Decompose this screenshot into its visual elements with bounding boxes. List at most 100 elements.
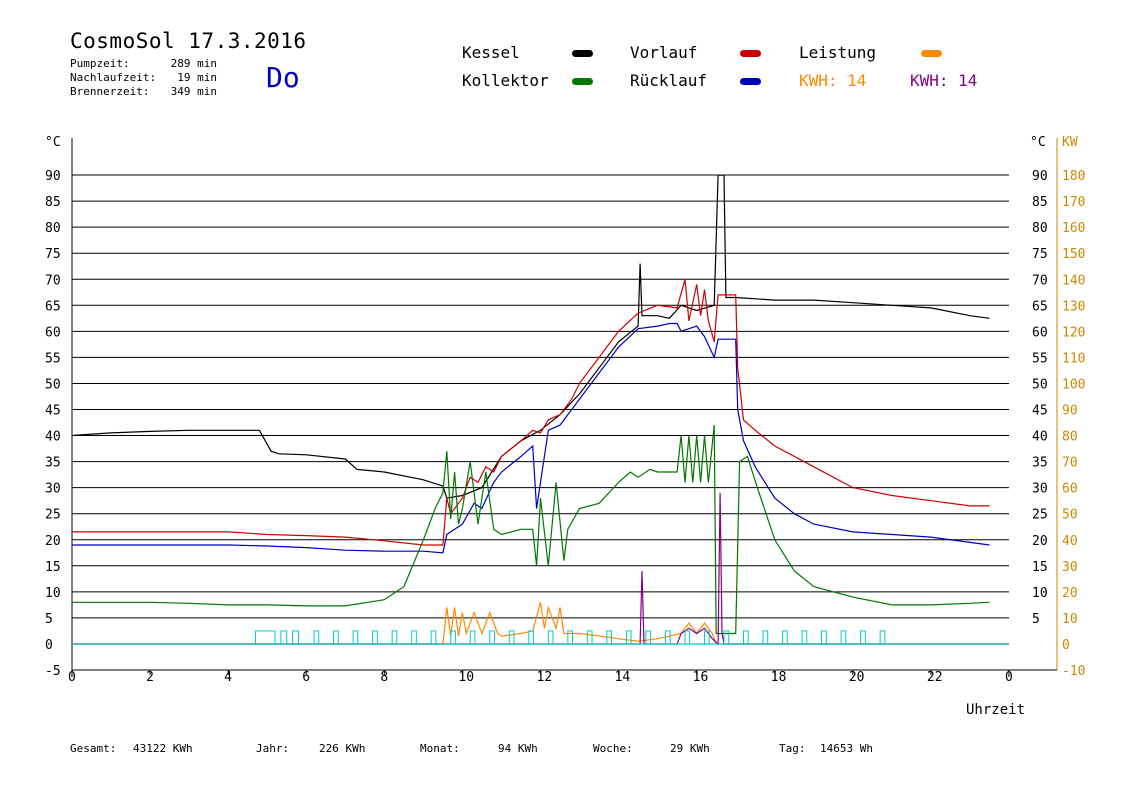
y2-tick-label: -10: [1062, 664, 1085, 679]
x-tick-label: 4: [224, 670, 232, 685]
pump-marker: [821, 630, 827, 645]
y-tick-label-right: 45: [1032, 404, 1048, 419]
gesamt-label: Gesamt:: [70, 742, 117, 755]
pump-marker: [372, 630, 378, 645]
y2-tick-label: 60: [1062, 482, 1078, 497]
y-tick-label-right: 35: [1032, 456, 1048, 471]
pump-marker: [879, 630, 886, 645]
y-tick-label-right: 50: [1032, 377, 1048, 392]
x-tick-label: 10: [458, 670, 474, 685]
y-axis-unit-right: °C: [1030, 135, 1046, 150]
y2-tick-label: 110: [1062, 351, 1085, 366]
y-tick-label-right: 15: [1032, 560, 1048, 575]
temperature-chart: -5 -100 05 5 1010 10 2015 15 3020 20 4025 25 5030 30 6…: [45, 135, 1085, 685]
pump-marker: [411, 630, 417, 645]
pump-marker: [860, 630, 866, 645]
series-line-leistung: [72, 602, 1009, 645]
pump-marker: [664, 630, 671, 645]
y2-tick-label: 30: [1062, 560, 1078, 575]
y-tick-label-right: 90: [1032, 169, 1048, 184]
y2-tick-label: 150: [1062, 247, 1085, 262]
pump-marker: [801, 630, 808, 645]
y-tick-label: -5: [45, 664, 61, 679]
pump-marker: [782, 630, 788, 645]
x-tick-label: 14: [615, 670, 631, 685]
series-line-leistung-2: [72, 492, 1009, 646]
pump-marker: [430, 630, 437, 645]
pump-marker: [313, 630, 320, 645]
y-tick-label: 25: [45, 508, 61, 523]
x-tick-label: 6: [302, 670, 310, 685]
jahr-value: 226 KWh: [319, 742, 366, 755]
y2-tick-label: 90: [1062, 404, 1078, 419]
y2-tick-label: 70: [1062, 456, 1078, 471]
y-tick-label: 70: [45, 273, 61, 288]
pump-marker: [840, 630, 847, 645]
y2-tick-label: 80: [1062, 430, 1078, 445]
y2-tick-label: 100: [1062, 377, 1085, 392]
y-tick-label-right: 60: [1032, 325, 1048, 340]
woche-value: 29 KWh: [670, 742, 710, 755]
pump-marker: [625, 630, 632, 645]
y-tick-label: 15: [45, 560, 61, 575]
x-tick-label: 20: [849, 670, 865, 685]
pump-marker: [489, 630, 495, 645]
y2-tick-label: 120: [1062, 325, 1085, 340]
x-tick-label: 22: [927, 670, 943, 685]
y-tick-label-right: 25: [1032, 508, 1048, 523]
y-tick-label: 20: [45, 534, 61, 549]
y-tick-label-right: 40: [1032, 430, 1048, 445]
pump-marker: [391, 630, 398, 645]
y2-tick-label: 130: [1062, 299, 1085, 314]
x-axis-label: Uhrzeit: [966, 702, 1026, 718]
y-tick-label: 30: [45, 482, 61, 497]
pump-marker: [586, 630, 593, 645]
y-tick-label-right: 85: [1032, 195, 1048, 210]
y-tick-label-right: 20: [1032, 534, 1048, 549]
y2-tick-label: 0: [1062, 638, 1070, 653]
y-tick-label-right: 5: [1032, 612, 1040, 627]
pump-marker: [352, 630, 359, 645]
y-tick-label: 45: [45, 404, 61, 419]
pump-marker: [280, 630, 288, 645]
y-tick-label: 40: [45, 430, 61, 445]
monat-value: 94 KWh: [498, 742, 538, 755]
pump-marker: [684, 630, 691, 645]
y2-tick-label: 50: [1062, 508, 1078, 523]
pump-marker: [645, 630, 652, 645]
pump-marker: [333, 630, 339, 645]
monat-label: Monat:: [420, 742, 460, 755]
pump-marker: [528, 630, 534, 645]
pump-marker: [254, 630, 276, 645]
y2-tick-label: 170: [1062, 195, 1085, 210]
x-tick-label: 12: [537, 670, 553, 685]
y-tick-label-right: 55: [1032, 351, 1048, 366]
y-tick-label-right: 30: [1032, 482, 1048, 497]
y-tick-label: 75: [45, 247, 61, 262]
y-tick-label: 50: [45, 377, 61, 392]
jahr-label: Jahr:: [256, 742, 290, 755]
series-line-vorlauf: [72, 279, 990, 546]
grid-layer: [72, 174, 1009, 645]
x-tick-label: 0: [1005, 670, 1013, 685]
y2-tick-label: 40: [1062, 534, 1078, 549]
pump-marker: [743, 630, 749, 645]
y2-tick-label: 10: [1062, 612, 1078, 627]
y-tick-label: 10: [45, 586, 61, 601]
y-tick-label: 80: [45, 221, 61, 236]
x-tick-label: 2: [146, 670, 154, 685]
y-tick-label: 90: [45, 169, 61, 184]
y2-tick-label: 140: [1062, 273, 1085, 288]
y-tick-label-right: 75: [1032, 247, 1048, 262]
y2-tick-label: 20: [1062, 586, 1078, 601]
y-tick-label: 35: [45, 456, 61, 471]
woche-label: Woche:: [593, 742, 633, 755]
pump-marker: [547, 630, 554, 645]
x-tick-label: 8: [380, 670, 388, 685]
y-tick-label: 60: [45, 325, 61, 340]
y2-tick-label: 180: [1062, 169, 1085, 184]
series-line-kollektor: [72, 425, 990, 635]
pump-marker: [292, 630, 299, 645]
y-axis-unit-left: °C: [45, 135, 61, 150]
y-tick-label-right: 10: [1032, 586, 1048, 601]
